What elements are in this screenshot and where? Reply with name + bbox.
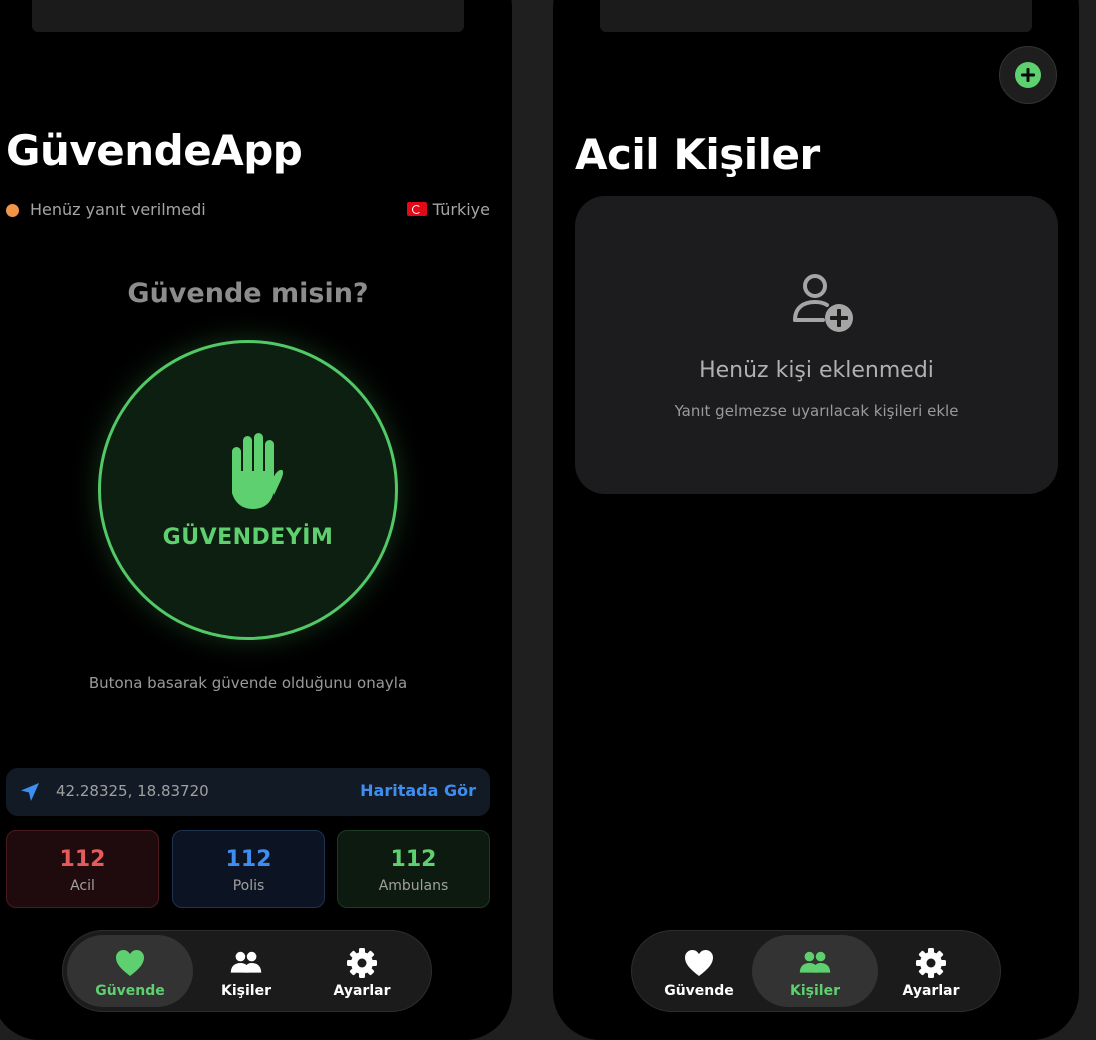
- safe-confirm-button[interactable]: GÜVENDEYİM: [98, 340, 398, 640]
- emergency-number: 112: [59, 847, 106, 872]
- heart-icon: [685, 950, 713, 976]
- emergency-acil-button[interactable]: 112 Acil: [6, 830, 159, 908]
- status-dot: [6, 204, 19, 217]
- emergency-number: 112: [225, 847, 272, 872]
- country-name: Türkiye: [432, 200, 490, 219]
- safety-question: Güvende misin?: [127, 278, 369, 309]
- emergency-label: Ambulans: [378, 878, 449, 894]
- contacts-screen: Acil Kişiler Henüz kişi eklenmedi Yanıt …: [553, 0, 1079, 1040]
- location-bar: 42.28325, 18.83720 Haritada Gör: [6, 768, 490, 816]
- emergency-label: Polis: [232, 878, 265, 894]
- home-screen: GüvendeApp Henüz yanıt verilmedi Türkiye…: [0, 0, 512, 1040]
- hint-text: Butona basarak güvende olduğunu onayla: [88, 674, 408, 692]
- heart-icon: [116, 950, 144, 976]
- tab-label: Güvende: [664, 983, 734, 999]
- emergency-number: 112: [390, 847, 437, 872]
- tab-label: Kişiler: [221, 983, 271, 999]
- safe-button-label: GÜVENDEYİM: [162, 525, 334, 550]
- emergency-label: Acil: [70, 878, 95, 894]
- tab-label: Ayarlar: [902, 983, 960, 999]
- tab-guvende[interactable]: Güvende: [67, 935, 193, 1007]
- gear-icon: [347, 948, 377, 978]
- tab-bar: Güvende Kişiler Ayarlar: [62, 930, 432, 1012]
- location-arrow-icon: [21, 783, 39, 801]
- tab-kisiler[interactable]: Kişiler: [752, 935, 878, 1007]
- tab-label: Kişiler: [790, 983, 840, 999]
- empty-state-subtitle: Yanıt gelmezse uyarılacak kişileri ekle: [674, 402, 959, 420]
- tab-bar: Güvende Kişiler Ayarlar: [631, 930, 1001, 1012]
- people-icon: [799, 951, 831, 973]
- tab-kisiler[interactable]: Kişiler: [183, 935, 309, 1007]
- turkey-flag-icon: [406, 202, 427, 216]
- tab-label: Güvende: [95, 983, 165, 999]
- person-add-icon: [793, 274, 853, 332]
- tab-label: Ayarlar: [333, 983, 391, 999]
- add-contact-button[interactable]: [999, 46, 1057, 104]
- empty-state-title: Henüz kişi eklenmedi: [699, 358, 934, 383]
- view-on-map-link[interactable]: Haritada Gör: [360, 781, 476, 800]
- tab-guvende[interactable]: Güvende: [636, 935, 762, 1007]
- status-bar-area: [600, 0, 1032, 32]
- status-bar-area: [32, 0, 464, 32]
- status-text: Henüz yanıt verilmedi: [30, 200, 206, 219]
- plus-circle-icon: [1015, 62, 1041, 88]
- country-indicator: Türkiye: [406, 200, 490, 219]
- app-title: GüvendeApp: [6, 126, 303, 175]
- tab-ayarlar[interactable]: Ayarlar: [299, 935, 425, 1007]
- coordinates-text: 42.28325, 18.83720: [56, 782, 209, 800]
- people-icon: [230, 951, 262, 973]
- gear-icon: [916, 948, 946, 978]
- emergency-ambulans-button[interactable]: 112 Ambulans: [337, 830, 490, 908]
- empty-state-card: Henüz kişi eklenmedi Yanıt gelmezse uyar…: [575, 196, 1058, 494]
- page-title: Acil Kişiler: [575, 130, 820, 179]
- status-row: Henüz yanıt verilmedi Türkiye: [6, 200, 490, 220]
- raised-hand-icon: [232, 433, 283, 509]
- emergency-polis-button[interactable]: 112 Polis: [172, 830, 325, 908]
- tab-ayarlar[interactable]: Ayarlar: [868, 935, 994, 1007]
